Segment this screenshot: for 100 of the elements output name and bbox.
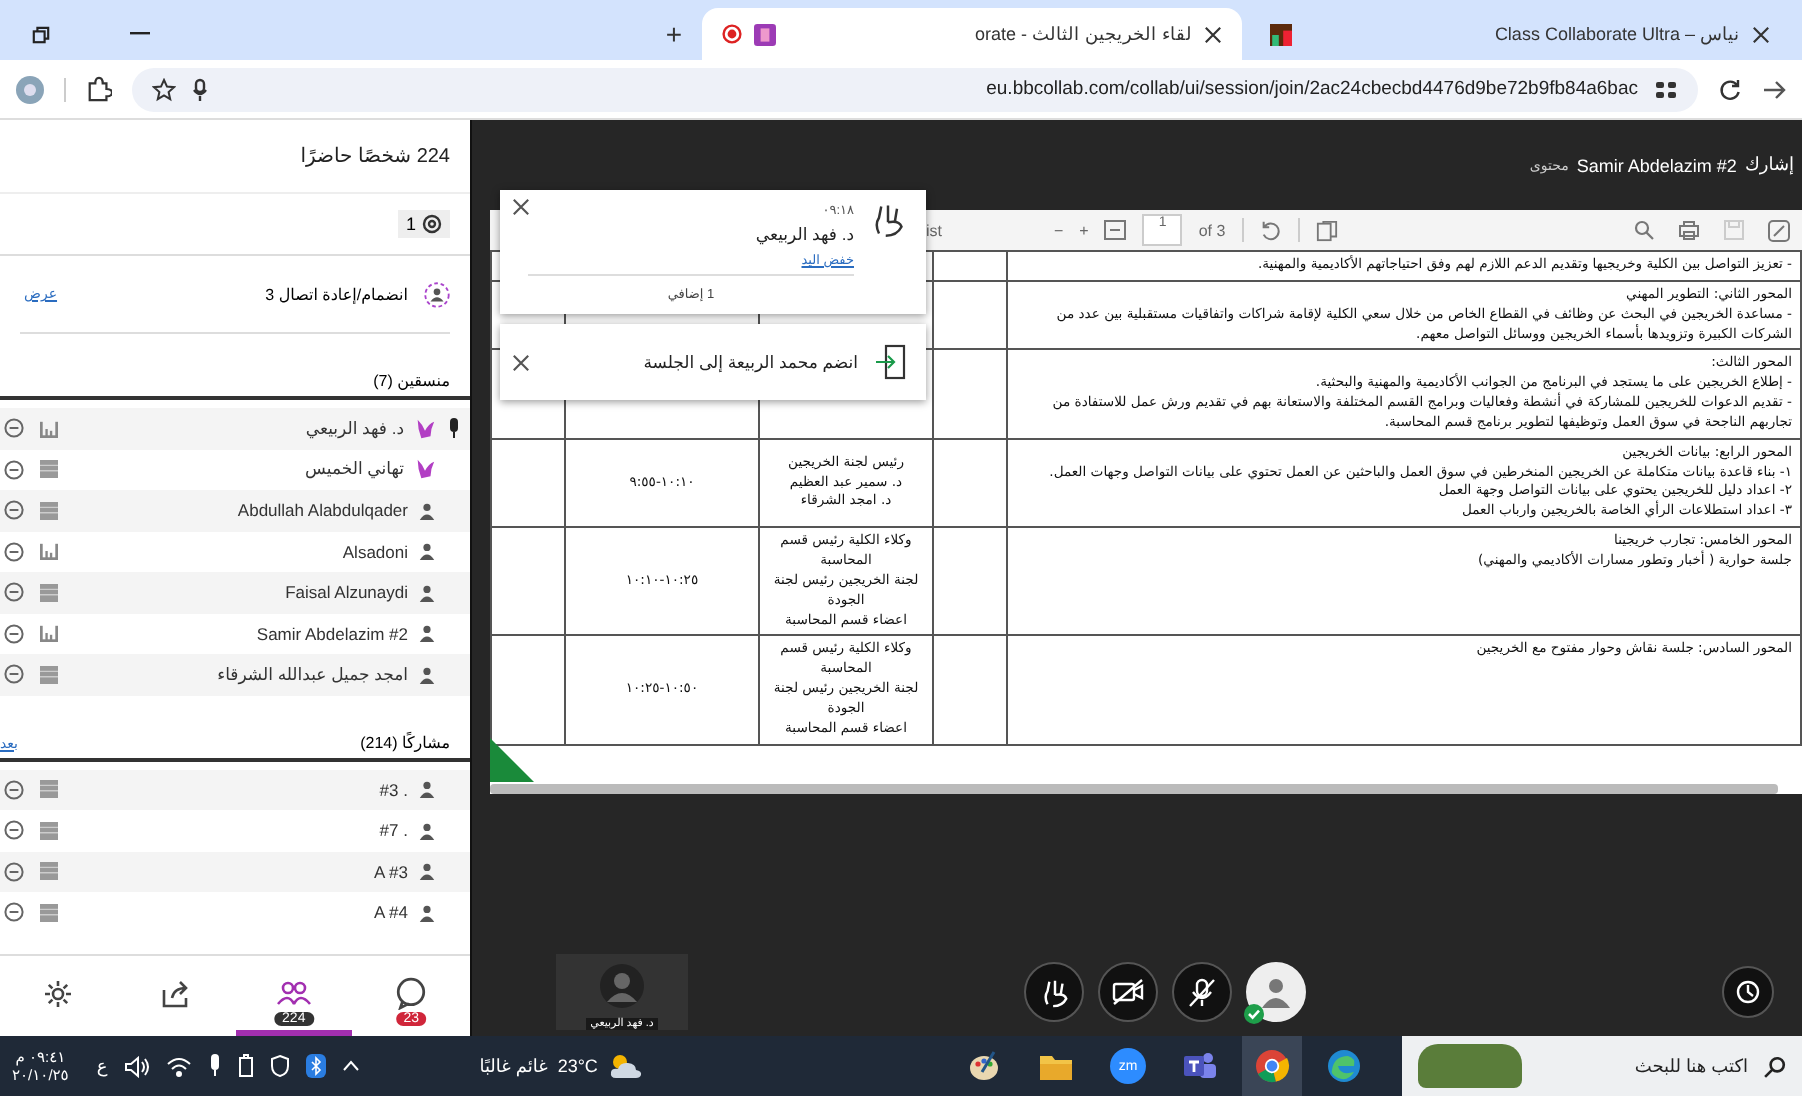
minus-circle-icon[interactable] (4, 820, 24, 841)
section-heading: مشاركًا (214) (360, 733, 450, 751)
taskbar-search-bar[interactable]: اكتب هنا للبحث (1402, 1036, 1802, 1096)
fit-page-icon[interactable] (1104, 220, 1127, 240)
person-icon (418, 542, 436, 561)
battery-icon[interactable] (237, 1054, 254, 1078)
network-icon[interactable] (165, 1055, 192, 1077)
person-icon (418, 821, 436, 840)
person-icon (418, 903, 436, 922)
wave-browser-icon (1326, 1048, 1362, 1084)
notification-message: انضم محمد الربيعة إلى الجلسة (641, 351, 858, 373)
filter-badge[interactable]: 1 (397, 210, 450, 238)
bunny-ears-icon (414, 417, 436, 440)
attendee-name[interactable]: . #3 (379, 779, 408, 800)
folder-icon (1038, 1051, 1074, 1081)
site-settings-icon (1654, 77, 1678, 101)
profile-icon[interactable] (16, 75, 44, 103)
restore-window-icon[interactable] (32, 25, 50, 43)
camera-off-icon (1112, 978, 1144, 1006)
attendee-name[interactable]: تهاني الخميس (305, 458, 404, 481)
search-field[interactable]: اكتب هنا للبحث (1534, 1054, 1752, 1078)
person-icon (418, 583, 436, 602)
horizontal-scrollbar[interactable] (490, 784, 1778, 794)
person-icon (418, 624, 436, 643)
minus-circle-icon[interactable] (4, 664, 24, 685)
notification-name: د. فهد الربيعي (753, 224, 854, 246)
raised-hand-icon (870, 202, 906, 238)
palette-icon (966, 1048, 1002, 1084)
shield-icon[interactable] (269, 1054, 290, 1078)
people-icon (275, 977, 312, 1009)
camera-button[interactable] (1098, 962, 1158, 1022)
attendee-name[interactable]: A #4 (373, 902, 408, 923)
zoom-in-button[interactable]: + (1079, 221, 1089, 239)
minus-circle-icon[interactable] (4, 459, 24, 480)
print-icon[interactable] (1678, 220, 1700, 240)
back-arrow-icon[interactable] (1762, 77, 1786, 101)
minus-circle-icon[interactable] (4, 582, 24, 603)
bunny-ears-icon (414, 458, 436, 481)
reload-icon[interactable] (1718, 77, 1742, 101)
rotate-icon[interactable] (1259, 219, 1282, 241)
search-icon[interactable] (1634, 220, 1654, 240)
minus-circle-icon[interactable] (4, 500, 24, 521)
minus-circle-icon[interactable] (4, 861, 24, 882)
person-icon (418, 665, 436, 684)
address-bar[interactable]: eu.bbcollab.com/collab/ui/session/join/2ac24cbecbd4476d9be72b9fb84a6bac (132, 67, 1698, 111)
puzzle-icon[interactable] (86, 76, 112, 102)
attendee-name[interactable]: . #7 (379, 820, 408, 841)
attendee-name[interactable]: A #3 (373, 861, 408, 882)
person-badge-icon (424, 281, 450, 307)
minus-circle-icon[interactable] (4, 779, 24, 800)
minus-circle-icon[interactable] (4, 541, 24, 562)
attendee-name[interactable]: د. فهد الربيعي (305, 417, 404, 440)
sharing-label: إشارك (1744, 154, 1794, 176)
share-icon (160, 977, 193, 1009)
annotate-icon[interactable] (1768, 219, 1790, 241)
raise-hand-button[interactable] (1024, 962, 1084, 1022)
recording-icon (722, 24, 742, 44)
teams-icon (1182, 1050, 1218, 1082)
attendee-name[interactable]: Alsadoni (342, 541, 408, 562)
clock-icon (1736, 980, 1760, 1004)
caret-up-icon[interactable] (341, 1060, 360, 1072)
taskbar-app-button[interactable] (1242, 1036, 1302, 1096)
presenter-name: Samir Abdelazim #2 (1576, 155, 1737, 175)
close-icon[interactable] (512, 353, 530, 371)
toolbar-label: ist (926, 221, 942, 239)
minus-circle-icon[interactable] (4, 623, 24, 644)
attendee-name[interactable]: Faisal Alzunaydi (285, 582, 408, 603)
close-icon[interactable] (1204, 25, 1222, 43)
microphone-icon (448, 418, 460, 439)
session-menu-button[interactable] (1722, 966, 1774, 1018)
person-icon (418, 780, 436, 799)
attendee-name[interactable]: Abdullah Alabdulqader (237, 500, 408, 521)
search-icon (1764, 1055, 1786, 1077)
new-tab-button[interactable]: + (653, 8, 694, 60)
browser-tab[interactable]: لقاء الخريجين الثالث - orate (702, 8, 1242, 60)
close-icon[interactable] (512, 198, 530, 216)
section-heading: منسقين (7) (373, 372, 450, 390)
photo-placeholder (1418, 1044, 1522, 1088)
favicon-icon (754, 23, 776, 45)
favicon-icon (1270, 23, 1292, 45)
avatar-silhouette (600, 964, 644, 1008)
zoom-out-button[interactable]: − (1054, 221, 1064, 239)
microphone-button[interactable] (1172, 962, 1232, 1022)
minimize-icon[interactable] (130, 32, 150, 36)
input-language[interactable]: ع (96, 1055, 108, 1077)
speaker-icon[interactable] (123, 1055, 150, 1077)
attendees-count-title: 224 شخصًا حاضرًا (300, 145, 450, 167)
reconnect-label: انضمام/إعادة اتصال 3 (265, 285, 408, 303)
minus-circle-icon[interactable] (4, 418, 24, 439)
minus-circle-icon[interactable] (4, 902, 24, 923)
browser-tab[interactable]: نياس – Class Collaborate Ultra (1250, 8, 1790, 60)
close-icon[interactable] (1752, 25, 1770, 43)
microphone-icon (192, 77, 208, 101)
star-icon (152, 77, 176, 101)
bluetooth-icon[interactable] (305, 1054, 326, 1078)
microphone-icon[interactable] (207, 1054, 222, 1078)
profile-button[interactable] (1246, 962, 1306, 1022)
pages-icon[interactable] (1315, 219, 1338, 241)
attendee-name[interactable]: Samir Abdelazim #2 (256, 623, 408, 644)
enter-door-icon (874, 344, 906, 380)
